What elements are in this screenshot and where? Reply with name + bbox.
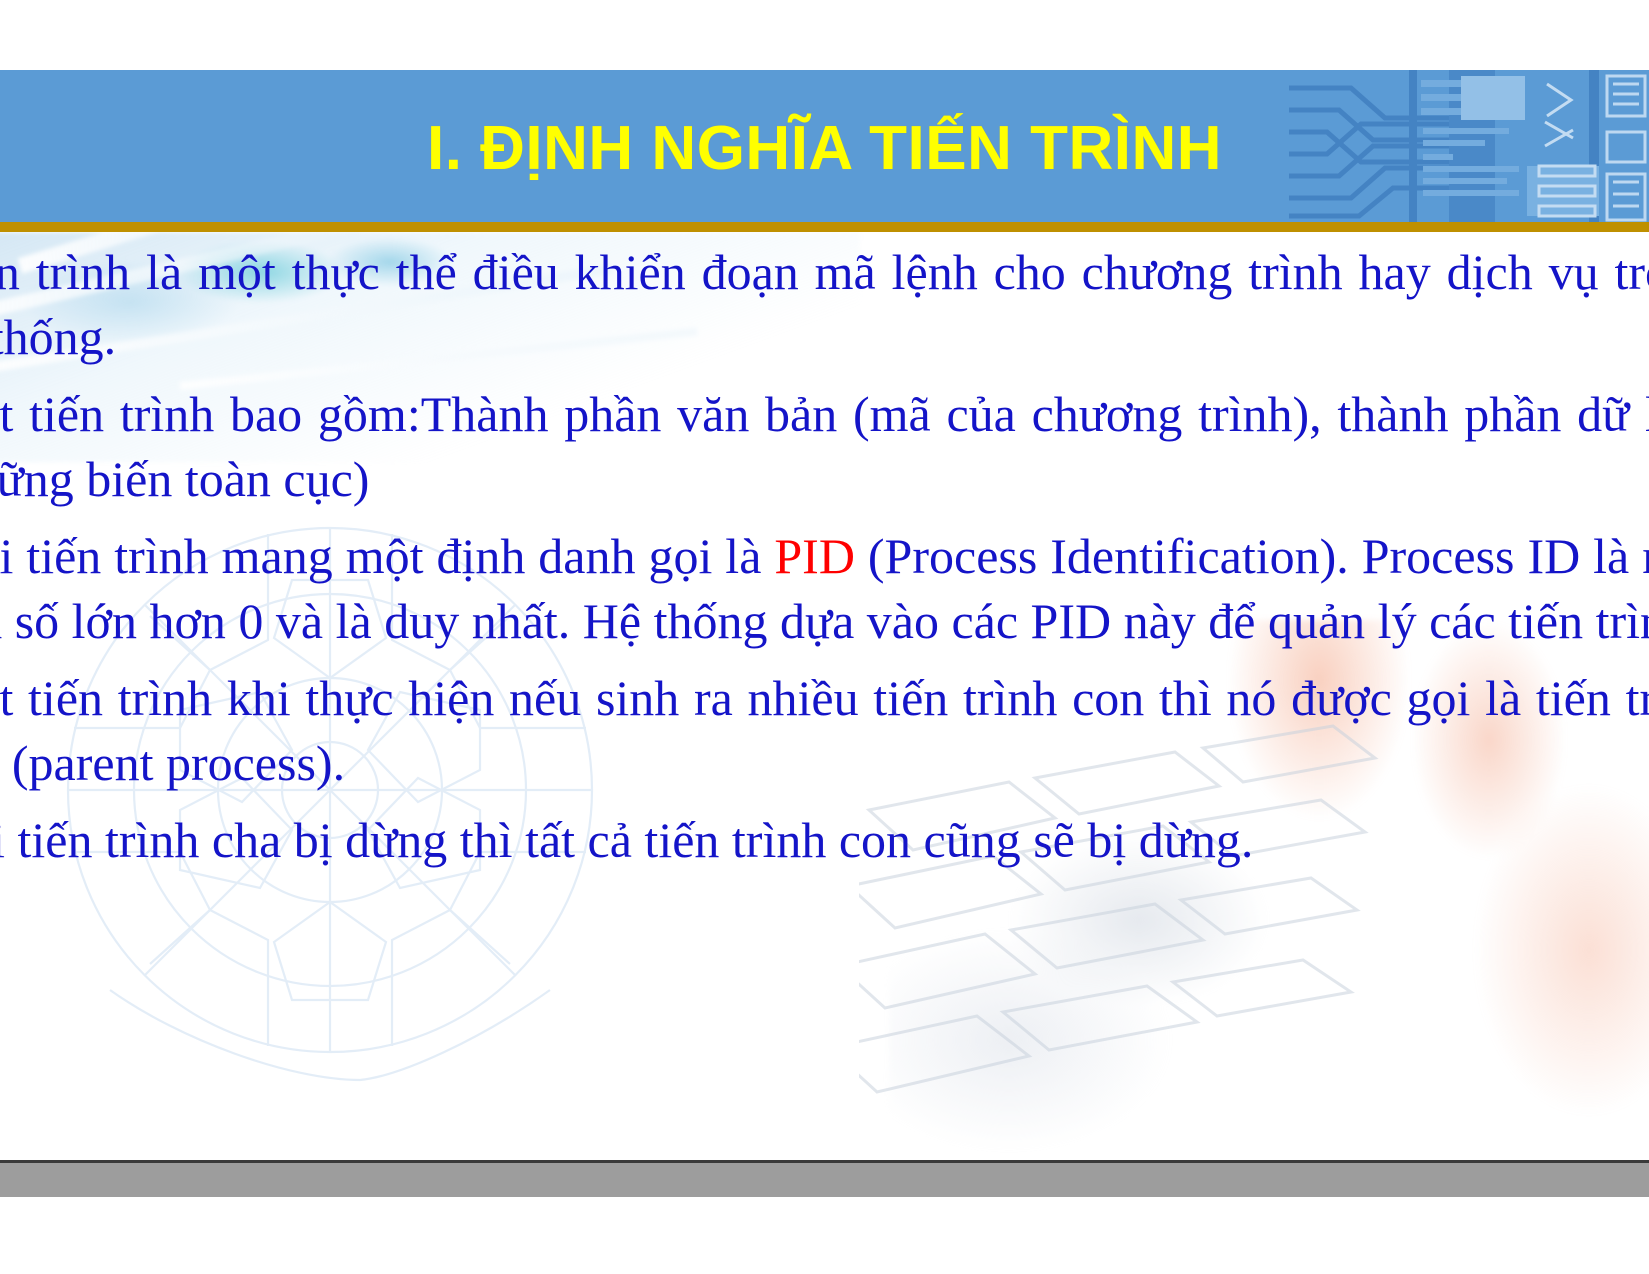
page-title: I. ĐỊNH NGHĨA TIẾN TRÌNH: [426, 114, 1223, 183]
footer-bar: [0, 1163, 1649, 1197]
body-paragraph-5: Khi tiến trình cha bị dừng thì tất cả ti…: [0, 812, 1254, 868]
slide-body: Tiến trình là một thực thể điều khiển đo…: [0, 240, 1649, 1150]
body-paragraph-2: Một tiến trình bao gồm:Thành phần văn bả…: [0, 386, 1649, 507]
title-divider-rule: [0, 222, 1649, 232]
paragraph-3-text-before: Mỗi tiến trình mang một định danh gọi là: [0, 528, 775, 584]
footer-blank-area: [0, 1197, 1649, 1274]
title-banner: I. ĐỊNH NGHĨA TIẾN TRÌNH: [0, 70, 1649, 227]
slide-canvas: I. ĐỊNH NGHĨA TIẾN TRÌNH Tiến trình là m…: [0, 0, 1649, 1274]
body-paragraph-4: Một tiến trình khi thực hiện nếu sinh ra…: [0, 670, 1649, 791]
pid-highlight: PID: [774, 528, 855, 584]
body-paragraph-1: Tiến trình là một thực thể điều khiển đo…: [0, 244, 1649, 365]
body-paragraph-3: Mỗi tiến trình mang một định danh gọi là…: [0, 524, 1649, 654]
